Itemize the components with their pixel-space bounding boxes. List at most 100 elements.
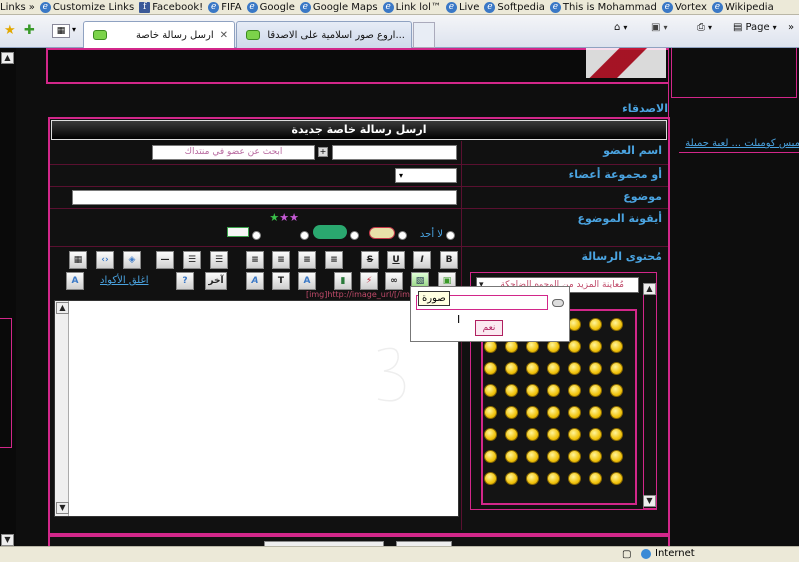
strike-button[interactable]: S bbox=[361, 251, 379, 269]
smiley-icon[interactable] bbox=[610, 428, 623, 441]
link-icon[interactable]: ∞ bbox=[385, 272, 403, 290]
smiley-icon[interactable] bbox=[484, 472, 497, 485]
quick-tabs-icon[interactable]: ▦ bbox=[52, 24, 70, 38]
smiley-icon[interactable] bbox=[610, 384, 623, 397]
italic-button[interactable]: I bbox=[413, 251, 431, 269]
search-member-button[interactable]: + bbox=[318, 147, 328, 157]
link-customize[interactable]: e Customize Links bbox=[39, 1, 134, 13]
smiley-icon[interactable] bbox=[568, 362, 581, 375]
align-justify-icon[interactable]: ≡ bbox=[325, 251, 343, 269]
smiley-icon[interactable] bbox=[589, 362, 602, 375]
align-center-icon[interactable]: ≡ bbox=[272, 251, 290, 269]
tab-send-private-message[interactable]: ارسل رسالة خاصة ✕ bbox=[83, 21, 235, 48]
smiley-icon[interactable] bbox=[589, 318, 602, 331]
smiley-icon[interactable] bbox=[484, 406, 497, 419]
message-textarea[interactable]: ▲ ▼ bbox=[54, 300, 459, 517]
code-icon[interactable]: ‹› bbox=[96, 251, 114, 269]
link-google-maps[interactable]: e Google Maps bbox=[299, 1, 378, 13]
smiley-icon[interactable] bbox=[610, 472, 623, 485]
smiley-icon[interactable] bbox=[568, 450, 581, 463]
radio-icon-4[interactable] bbox=[252, 231, 261, 240]
smiley-icon[interactable] bbox=[526, 472, 539, 485]
radio-icon-1[interactable] bbox=[398, 231, 407, 240]
video-icon[interactable]: ▮ bbox=[334, 272, 352, 290]
textarea-scroll-up[interactable]: ▲ bbox=[56, 302, 69, 314]
smiley-icon[interactable] bbox=[610, 450, 623, 463]
align-right-icon[interactable]: ≡ bbox=[298, 251, 316, 269]
help-icon[interactable]: ? bbox=[176, 272, 194, 290]
link-fifa[interactable]: e FIFA bbox=[208, 1, 242, 13]
link-live[interactable]: e Live bbox=[445, 1, 479, 13]
smiley-icon[interactable] bbox=[568, 406, 581, 419]
smiley-icon[interactable] bbox=[526, 428, 539, 441]
close-tab-icon[interactable]: ✕ bbox=[220, 30, 228, 41]
smiley-icon[interactable] bbox=[547, 384, 560, 397]
member-search-field[interactable]: ابحث عن عضو في منتداك bbox=[152, 145, 315, 160]
smiley-icon[interactable] bbox=[568, 384, 581, 397]
ordered-list-icon[interactable]: ☰ bbox=[183, 251, 201, 269]
smiley-icon[interactable] bbox=[484, 362, 497, 375]
underline-button[interactable]: U bbox=[387, 251, 405, 269]
smiley-icon[interactable] bbox=[505, 450, 518, 463]
font-color-icon[interactable]: A bbox=[298, 272, 316, 290]
smiley-icon[interactable] bbox=[484, 384, 497, 397]
smiley-icon[interactable] bbox=[526, 450, 539, 463]
home-icon[interactable]: ⌂ ▾ bbox=[614, 22, 627, 33]
scroll-down-button[interactable]: ▼ bbox=[1, 534, 14, 546]
smiley-icon[interactable] bbox=[610, 340, 623, 353]
align-left-icon[interactable]: ≡ bbox=[246, 251, 264, 269]
smiley-icon[interactable] bbox=[505, 362, 518, 375]
link-this-is-mohammad[interactable]: e This is Mohammad bbox=[549, 1, 657, 13]
radio-icon-3[interactable] bbox=[300, 231, 309, 240]
link-vortex[interactable]: e Vortex bbox=[661, 1, 707, 13]
smiley-icon[interactable] bbox=[610, 406, 623, 419]
smiley-icon[interactable] bbox=[589, 450, 602, 463]
smiley-icon[interactable] bbox=[589, 406, 602, 419]
add-favorites-icon[interactable]: ✚ bbox=[24, 23, 35, 38]
textarea-scroll-down[interactable]: ▼ bbox=[56, 502, 69, 514]
text-style-icon[interactable]: A bbox=[66, 272, 84, 290]
new-tab-button[interactable] bbox=[413, 22, 435, 48]
font-size-icon[interactable]: T bbox=[272, 272, 290, 290]
smiley-icon[interactable] bbox=[505, 472, 518, 485]
smiley-icon[interactable] bbox=[610, 362, 623, 375]
smiley-icon[interactable] bbox=[505, 428, 518, 441]
group-select[interactable]: ▾ bbox=[395, 168, 457, 183]
tab-list-icon[interactable]: ▾ bbox=[72, 25, 76, 34]
smiley-icon[interactable] bbox=[610, 318, 623, 331]
smilies-scroll-down[interactable]: ▼ bbox=[643, 495, 656, 507]
links-label[interactable]: Links» bbox=[0, 2, 35, 13]
list-icon[interactable]: ☰ bbox=[210, 251, 228, 269]
smiley-icon[interactable] bbox=[589, 384, 602, 397]
smiley-icon[interactable] bbox=[505, 384, 518, 397]
smiley-icon[interactable] bbox=[547, 406, 560, 419]
sidebar-link[interactable]: ميس كومبلت ... لعبة جميلة bbox=[679, 138, 799, 149]
font-face-icon[interactable]: A bbox=[246, 272, 264, 290]
member-name-input[interactable] bbox=[332, 145, 457, 160]
smiley-icon[interactable] bbox=[547, 428, 560, 441]
link-facebook[interactable]: f Facebook! bbox=[139, 1, 203, 13]
bold-button[interactable]: B bbox=[440, 251, 458, 269]
feeds-icon[interactable]: ▣ ▾ bbox=[651, 22, 667, 33]
smiley-icon[interactable] bbox=[547, 472, 560, 485]
smilies-scroll-up[interactable]: ▲ bbox=[643, 283, 656, 295]
table-icon[interactable]: ▦ bbox=[69, 251, 87, 269]
smiley-icon[interactable] bbox=[484, 450, 497, 463]
tab-islamic-pictures[interactable]: اروع صور اسلامية على الاصدقا... bbox=[236, 21, 412, 48]
confirm-button[interactable]: نعم bbox=[475, 320, 503, 336]
radio-icon-2[interactable] bbox=[350, 231, 359, 240]
smiley-icon[interactable] bbox=[589, 340, 602, 353]
more-commands[interactable]: » bbox=[788, 22, 794, 33]
close-tags-link[interactable]: اغلق الأكواد bbox=[100, 275, 148, 286]
scroll-up-button[interactable]: ▲ bbox=[1, 52, 14, 64]
smiley-icon[interactable] bbox=[568, 428, 581, 441]
spoiler-icon[interactable]: ◈ bbox=[123, 251, 141, 269]
favorites-star-icon[interactable]: ★ bbox=[4, 23, 16, 38]
smiley-icon[interactable] bbox=[526, 362, 539, 375]
radio-none[interactable] bbox=[446, 231, 455, 240]
smiley-icon[interactable] bbox=[547, 362, 560, 375]
subject-input[interactable] bbox=[72, 190, 457, 205]
textarea-scrollbar[interactable] bbox=[55, 301, 69, 516]
smilies-scrollbar[interactable] bbox=[643, 283, 657, 509]
more-button[interactable]: آخر bbox=[205, 272, 227, 290]
